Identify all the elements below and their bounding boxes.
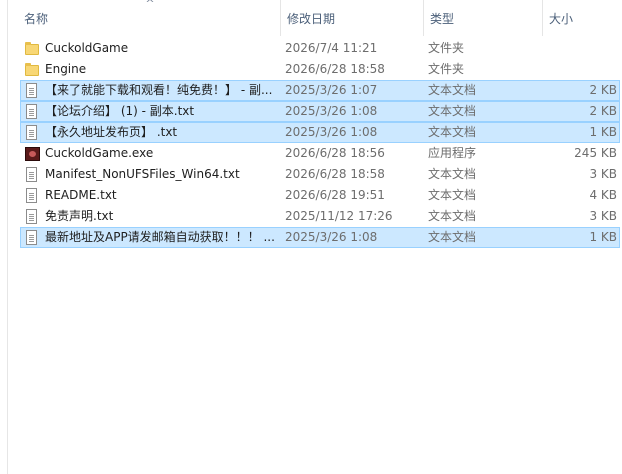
text-document-icon (25, 209, 39, 225)
file-name: Engine (45, 62, 87, 76)
file-name: 【来了就能下载和观看！纯免费！】 - 副... (45, 83, 273, 97)
text-document-icon (25, 104, 39, 120)
file-name: 免责声明.txt (45, 209, 114, 223)
file-date: 2025/11/12 17:26 (285, 209, 393, 223)
file-row[interactable]: 【论坛介绍】 (1) - 副本.txt 2025/3/26 1:08 文本文档 … (20, 101, 620, 122)
file-date: 2026/6/28 18:56 (285, 146, 385, 160)
file-date: 2025/3/26 1:08 (285, 104, 378, 118)
file-type: 文本文档 (428, 230, 477, 244)
file-date: 2025/3/26 1:08 (285, 230, 378, 244)
file-size: 245 KB (574, 146, 617, 160)
application-icon (25, 146, 40, 162)
file-type: 文本文档 (428, 83, 477, 97)
text-document-icon (25, 125, 39, 141)
column-header-bar: ^ 名称 修改日期 类型 大小 (8, 0, 622, 36)
file-type: 文件夹 (428, 62, 465, 76)
file-type: 文本文档 (428, 104, 477, 118)
file-type: 文本文档 (428, 209, 477, 223)
file-type: 文件夹 (428, 41, 465, 55)
file-size: 3 KB (589, 209, 617, 223)
file-date: 2026/7/4 11:21 (285, 41, 378, 55)
file-size: 4 KB (589, 188, 617, 202)
file-row[interactable]: Manifest_NonUFSFiles_Win64.txt 2026/6/28… (20, 164, 620, 185)
file-size: 3 KB (589, 167, 617, 181)
text-document-icon (25, 188, 39, 204)
text-document-icon (25, 83, 39, 99)
file-date: 2026/6/28 19:51 (285, 188, 385, 202)
file-date: 2026/6/28 18:58 (285, 62, 385, 76)
text-document-icon (25, 230, 39, 246)
file-size (539, 60, 617, 79)
file-size: 2 KB (589, 83, 617, 97)
file-date: 2025/3/26 1:07 (285, 83, 378, 97)
file-name: Manifest_NonUFSFiles_Win64.txt (45, 167, 240, 181)
file-type: 文本文档 (428, 125, 477, 139)
file-date: 2025/3/26 1:08 (285, 125, 378, 139)
folder-icon (25, 41, 39, 57)
column-header-date-modified[interactable]: 修改日期 (280, 0, 423, 36)
file-row[interactable]: CuckoldGame.exe 2026/6/28 18:56 应用程序 245… (20, 143, 620, 164)
file-row[interactable]: 最新地址及APP请发邮箱自动获取！！！ ... 2025/3/26 1:08 文… (20, 227, 620, 248)
file-row[interactable]: Engine 2026/6/28 18:58 文件夹 (20, 59, 620, 80)
file-type: 应用程序 (428, 146, 477, 160)
column-header-name[interactable]: 名称 (18, 0, 280, 36)
file-row[interactable]: 【来了就能下载和观看！纯免费！】 - 副... 2025/3/26 1:07 文… (20, 80, 620, 101)
file-name: CuckoldGame.exe (45, 146, 154, 160)
folder-icon (25, 62, 39, 78)
file-size: 1 KB (589, 125, 617, 139)
column-header-type[interactable]: 类型 (423, 0, 542, 36)
file-name: CuckoldGame (45, 41, 129, 55)
file-size: 1 KB (589, 230, 617, 244)
file-row[interactable]: README.txt 2026/6/28 19:51 文本文档 4 KB (20, 185, 620, 206)
file-name: 【论坛介绍】 (1) - 副本.txt (45, 104, 195, 118)
file-list: CuckoldGame 2026/7/4 11:21 文件夹 Engine 20… (20, 38, 620, 248)
file-type: 文本文档 (428, 188, 477, 202)
text-document-icon (25, 167, 39, 183)
file-size (539, 39, 617, 58)
file-name: 最新地址及APP请发邮箱自动获取！！！ ... (45, 230, 275, 244)
file-type: 文本文档 (428, 167, 477, 181)
file-name: README.txt (45, 188, 117, 202)
file-name: 【永久地址发布页】 .txt (45, 125, 178, 139)
file-row[interactable]: CuckoldGame 2026/7/4 11:21 文件夹 (20, 38, 620, 59)
file-row[interactable]: 【永久地址发布页】 .txt 2025/3/26 1:08 文本文档 1 KB (20, 122, 620, 143)
file-date: 2026/6/28 18:58 (285, 167, 385, 181)
file-size: 2 KB (589, 104, 617, 118)
column-header-size[interactable]: 大小 (542, 0, 622, 36)
navigation-pane-edge (0, 0, 8, 474)
file-row[interactable]: 免责声明.txt 2025/11/12 17:26 文本文档 3 KB (20, 206, 620, 227)
